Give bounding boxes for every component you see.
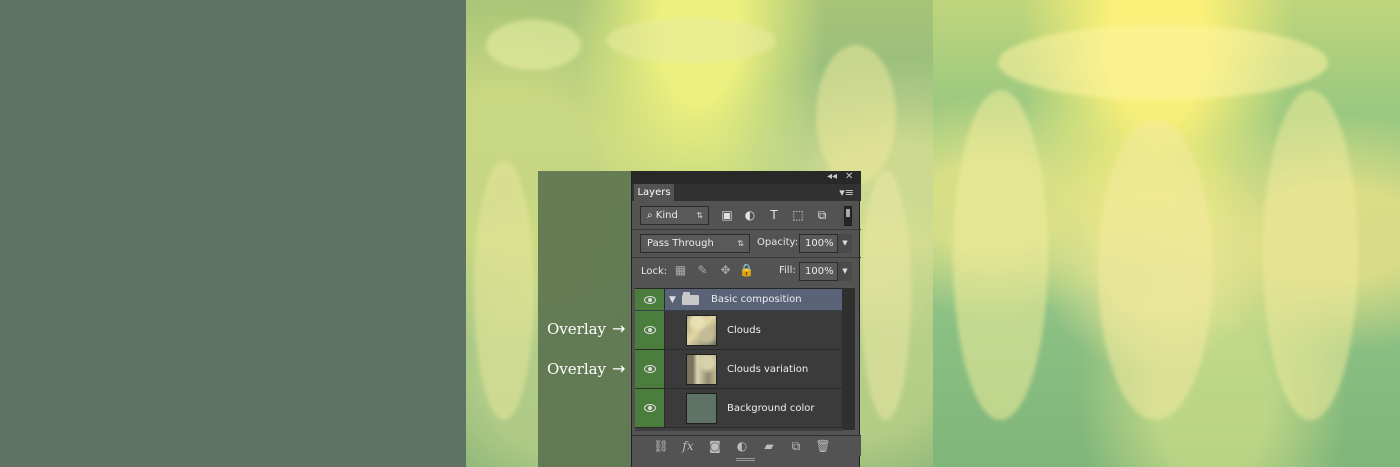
layer-thumbnail — [686, 354, 717, 385]
search-icon: ⌕ — [647, 210, 653, 221]
cloud-result-preview — [933, 0, 1400, 467]
select-arrows-icon: ⇅ — [737, 239, 744, 248]
lock-transparent-pixels-icon[interactable]: ▦ — [673, 263, 688, 278]
cloud-streak — [861, 170, 911, 420]
tab-layers[interactable]: Layers — [634, 184, 674, 201]
fx-icon[interactable]: fx — [680, 438, 696, 454]
blend-mode-value: Pass Through — [647, 238, 714, 249]
panel-menu-icon[interactable]: ▾≡ — [839, 185, 854, 200]
smart-object-filter-icon[interactable]: ⧉ — [814, 207, 830, 223]
folder-icon[interactable]: ▰ — [761, 438, 777, 454]
fill-value: 100% — [805, 266, 834, 277]
layer-name: Clouds — [727, 325, 761, 336]
eye-icon — [644, 404, 656, 412]
layers-panel: ◂◂ ✕ Layers ▾≡ ⌕ Kind ⇅ ▣ ◐ T ⬚ ⧉ Pass T… — [631, 171, 861, 467]
adjustment-icon[interactable]: ◐ — [734, 438, 750, 454]
cloud-streak — [816, 45, 896, 185]
layer-name: Clouds variation — [727, 364, 809, 375]
eye-icon — [644, 295, 656, 304]
right-arrow-icon: → — [612, 359, 626, 378]
visibility-toggle[interactable] — [635, 289, 665, 310]
cloud-streak — [474, 160, 534, 420]
layer-row-background-color[interactable]: Background color — [635, 389, 842, 428]
layer-row-clouds-variation[interactable]: Clouds variation — [635, 350, 842, 389]
cloud-streak — [606, 18, 776, 63]
cloud-streak — [1263, 90, 1358, 420]
panel-titlebar: ◂◂ ✕ — [632, 171, 861, 184]
layer-filter-select[interactable]: ⌕ Kind ⇅ — [640, 206, 709, 225]
layer-row-clouds[interactable]: Clouds — [635, 311, 842, 350]
overlay-label-bottom: Overlay → — [547, 359, 626, 379]
trash-icon[interactable]: 🗑 — [815, 438, 831, 454]
expand-triangle-icon[interactable]: ▼ — [669, 294, 676, 306]
lock-label: Lock: — [641, 266, 668, 277]
select-arrows-icon: ⇅ — [696, 211, 703, 220]
background-color-preview — [0, 0, 466, 467]
layer-thumbnail — [686, 315, 717, 346]
cloud-streak — [1098, 120, 1213, 420]
mask-icon[interactable]: ◙ — [707, 438, 723, 454]
cloud-streak — [998, 25, 1328, 100]
visibility-toggle[interactable] — [635, 350, 665, 388]
lock-all-icon[interactable]: 🔒 — [739, 263, 754, 278]
blend-mode-select[interactable]: Pass Through ⇅ — [640, 234, 750, 253]
kind-label: Kind — [655, 210, 678, 221]
layer-list: ▼ Basic composition Clouds Clouds variat… — [635, 288, 842, 431]
cloud-streak — [486, 20, 581, 70]
right-arrow-icon: → — [612, 319, 626, 338]
lock-position-icon[interactable]: ✥ — [718, 263, 733, 278]
lock-image-pixels-icon[interactable]: ✎ — [695, 263, 710, 278]
shape-filter-icon[interactable]: ⬚ — [790, 207, 806, 223]
overlay-text: Overlay — [547, 360, 607, 378]
layer-group-basic-composition[interactable]: ▼ Basic composition — [635, 289, 842, 311]
type-filter-icon[interactable]: T — [766, 207, 782, 223]
layers-bottom-toolbar: ⛓ fx ◙ ◐ ▰ ⧉ 🗑 — [632, 435, 861, 456]
filter-toggle[interactable] — [844, 206, 852, 226]
layer-list-scrollbar[interactable] — [842, 288, 855, 430]
panel-tabbar: Layers ▾≡ — [632, 184, 861, 201]
new-layer-icon[interactable]: ⧉ — [788, 438, 804, 454]
resize-handle-icon[interactable] — [736, 458, 755, 461]
eye-icon — [644, 365, 656, 373]
overlay-label-top: Overlay → — [547, 319, 626, 339]
fill-label: Fill: — [779, 265, 796, 276]
opacity-dropdown-icon[interactable]: ▼ — [837, 234, 852, 253]
eye-icon — [644, 326, 656, 334]
adjustment-filter-icon[interactable]: ◐ — [742, 207, 758, 223]
link-icon[interactable]: ⛓ — [653, 438, 669, 454]
visibility-toggle[interactable] — [635, 311, 665, 349]
visibility-toggle[interactable] — [635, 389, 665, 427]
folder-icon — [682, 292, 699, 305]
document-canvas: Overlay → Overlay → ◂◂ ✕ Layers ▾≡ ⌕ Kind … — [0, 0, 1400, 467]
fill-dropdown-icon[interactable]: ▼ — [837, 262, 852, 281]
collapse-panel-icon[interactable]: ◂◂ — [827, 170, 837, 184]
layer-thumbnail — [686, 393, 717, 424]
separator — [632, 257, 861, 258]
opacity-label: Opacity: — [757, 237, 799, 248]
image-filter-icon[interactable]: ▣ — [719, 207, 735, 223]
cloud-streak — [953, 90, 1048, 420]
layer-name: Basic composition — [711, 294, 802, 305]
separator — [632, 229, 861, 230]
overlay-text: Overlay — [547, 320, 607, 338]
opacity-value: 100% — [805, 238, 834, 249]
close-icon[interactable]: ✕ — [845, 170, 853, 184]
layer-name: Background color — [727, 403, 815, 414]
